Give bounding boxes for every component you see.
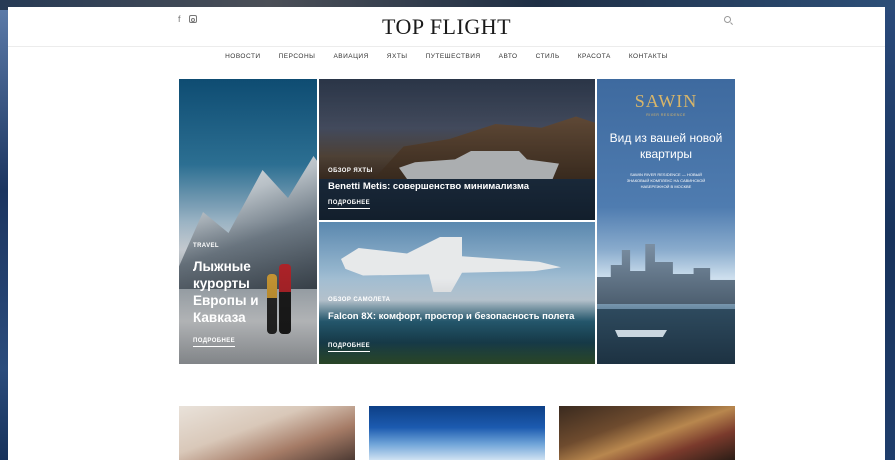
tile-yacht[interactable]: ОБЗОР ЯХТЫ Benetti Metis: совершенство м…	[319, 79, 595, 220]
search-icon[interactable]	[724, 16, 731, 23]
ad-brand-subtitle: RIVER RESIDENCE	[646, 113, 686, 117]
city-skyline-image	[597, 244, 735, 304]
more-link[interactable]: ПОДРОБНЕЕ	[328, 200, 371, 209]
tile-category-label: ОБЗОР ЯХТЫ	[328, 168, 373, 174]
main-nav: НОВОСТИ ПЕРСОНЫ АВИАЦИЯ ЯХТЫ ПУТЕШЕСТВИЯ…	[8, 53, 885, 60]
top-bar: f TOP FLIGHT	[8, 7, 885, 45]
nav-item-aviation[interactable]: АВИАЦИЯ	[333, 53, 368, 60]
ad-heading: Вид из вашей новой квартиры	[609, 131, 723, 161]
ad-description: SAWIN RIVER RESIDENCE — НОВЫЙ ЗНАКОВЫЙ К…	[626, 172, 706, 189]
ad-banner[interactable]: SAWIN RIVER RESIDENCE Вид из вашей новой…	[597, 79, 735, 364]
nav-item-auto[interactable]: АВТО	[499, 53, 518, 60]
nav-item-yachts[interactable]: ЯХТЫ	[387, 53, 408, 60]
ad-brand-logo: SAWIN	[634, 91, 698, 111]
nav-item-beauty[interactable]: КРАСОТА	[578, 53, 611, 60]
tile-jet[interactable]: ОБЗОР САМОЛЕТА Falcon 8X: комфорт, прост…	[319, 222, 595, 364]
article-card-image[interactable]	[179, 406, 355, 460]
more-link[interactable]: ПОДРОБНЕЕ	[193, 338, 236, 347]
nav-item-persons[interactable]: ПЕРСОНЫ	[279, 53, 316, 60]
tile-title[interactable]: Benetti Metis: совершенство минимализма	[328, 181, 588, 193]
tile-title[interactable]: Лыжные курорты Европы и Кавказа	[193, 259, 303, 327]
article-card-image[interactable]	[559, 406, 735, 460]
more-link[interactable]: ПОДРОБНЕЕ	[328, 343, 371, 352]
site-logo[interactable]: TOP FLIGHT	[8, 14, 885, 40]
tile-travel[interactable]: TRAVEL Лыжные курорты Европы и Кавказа П…	[179, 79, 317, 364]
nav-item-style[interactable]: СТИЛЬ	[536, 53, 560, 60]
tile-category-label: TRAVEL	[193, 243, 219, 249]
tile-category-label: ОБЗОР САМОЛЕТА	[328, 297, 391, 303]
tile-title[interactable]: Falcon 8X: комфорт, простор и безопаснос…	[328, 311, 578, 323]
nav-item-contacts[interactable]: КОНТАКТЫ	[629, 53, 668, 60]
article-card-image[interactable]	[369, 406, 545, 460]
website-page: f TOP FLIGHT НОВОСТИ ПЕРСОНЫ АВИАЦИЯ ЯХТ…	[8, 7, 885, 460]
hero-grid: TRAVEL Лыжные курорты Европы и Кавказа П…	[179, 79, 735, 364]
nav-item-travel[interactable]: ПУТЕШЕСТВИЯ	[426, 53, 481, 60]
river-image	[597, 309, 735, 364]
article-cards	[179, 406, 735, 460]
header-divider	[8, 46, 885, 47]
image-overlay	[319, 79, 595, 220]
nav-item-news[interactable]: НОВОСТИ	[225, 53, 261, 60]
